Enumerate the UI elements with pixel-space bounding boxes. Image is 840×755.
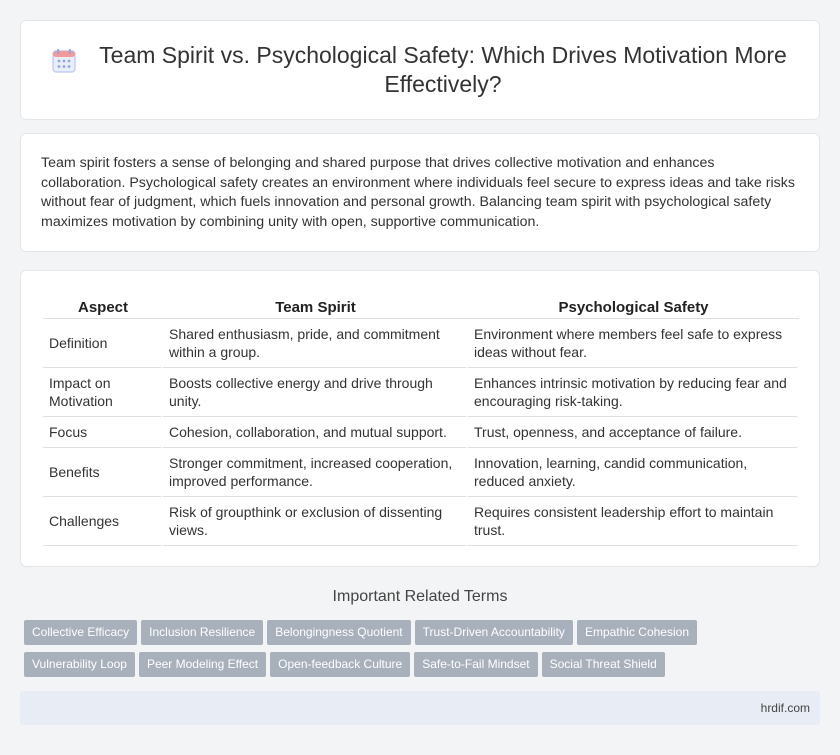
row-aspect: Definition: [43, 319, 163, 368]
header-aspect: Aspect: [43, 293, 163, 319]
header-team-spirit: Team Spirit: [163, 293, 468, 319]
footer: hrdif.com: [20, 691, 820, 725]
table-row: Focus Cohesion, collaboration, and mutua…: [43, 417, 799, 448]
comparison-table: Aspect Team Spirit Psychological Safety …: [43, 293, 799, 546]
row-aspect: Benefits: [43, 448, 163, 497]
row-team-spirit: Stronger commitment, increased cooperati…: [163, 448, 468, 497]
row-psychological-safety: Requires consistent leadership effort to…: [468, 497, 799, 546]
calendar-icon: [52, 49, 76, 73]
intro-card: Team spirit fosters a sense of belonging…: [20, 133, 820, 252]
table-row: Challenges Risk of groupthink or exclusi…: [43, 497, 799, 546]
related-terms-title: Important Related Terms: [332, 588, 508, 605]
header-psychological-safety: Psychological Safety: [468, 293, 799, 319]
row-psychological-safety: Innovation, learning, candid communicati…: [468, 448, 799, 497]
row-psychological-safety: Environment where members feel safe to e…: [468, 319, 799, 368]
row-aspect: Impact on Motivation: [43, 368, 163, 417]
related-term-tag[interactable]: Empathic Cohesion: [576, 620, 697, 645]
comparison-card: Aspect Team Spirit Psychological Safety …: [20, 270, 820, 567]
related-term-tag[interactable]: Inclusion Resilience: [141, 620, 264, 645]
related-terms-tags: Collective Efficacy Inclusion Resilience B…: [24, 620, 824, 684]
related-term-tag[interactable]: Belongingness Quotient: [267, 620, 411, 645]
related-term-tag[interactable]: Open-feedback Culture: [270, 652, 411, 677]
row-team-spirit: Shared enthusiasm, pride, and commitment…: [163, 319, 468, 368]
related-term-tag[interactable]: Collective Efficacy: [24, 620, 138, 645]
related-term-tag[interactable]: Peer Modeling Effect: [138, 652, 267, 677]
table-row: Definition Shared enthusiasm, pride, and…: [43, 319, 799, 368]
related-term-tag[interactable]: Social Threat Shield: [541, 652, 665, 677]
row-aspect: Focus: [43, 417, 163, 448]
row-team-spirit: Boosts collective energy and drive throu…: [163, 368, 468, 417]
table-row: Benefits Stronger commitment, increased …: [43, 448, 799, 497]
footer-site-link[interactable]: hrdif.com: [761, 701, 810, 715]
table-row: Impact on Motivation Boosts collective e…: [43, 368, 799, 417]
related-term-tag[interactable]: Trust-Driven Accountability: [414, 620, 573, 645]
header-card: Team Spirit vs. Psychological Safety: Wh…: [20, 20, 820, 120]
row-psychological-safety: Trust, openness, and acceptance of failu…: [468, 417, 799, 448]
row-psychological-safety: Enhances intrinsic motivation by reducin…: [468, 368, 799, 417]
row-aspect: Challenges: [43, 497, 163, 546]
intro-paragraph: Team spirit fosters a sense of belonging…: [41, 155, 795, 230]
row-team-spirit: Cohesion, collaboration, and mutual supp…: [163, 417, 468, 448]
row-team-spirit: Risk of groupthink or exclusion of disse…: [163, 497, 468, 546]
related-term-tag[interactable]: Safe-to-Fail Mindset: [414, 652, 538, 677]
related-term-tag[interactable]: Vulnerability Loop: [24, 652, 135, 677]
page-title: Team Spirit vs. Psychological Safety: Wh…: [99, 42, 787, 97]
table-header-row: Aspect Team Spirit Psychological Safety: [43, 293, 799, 319]
